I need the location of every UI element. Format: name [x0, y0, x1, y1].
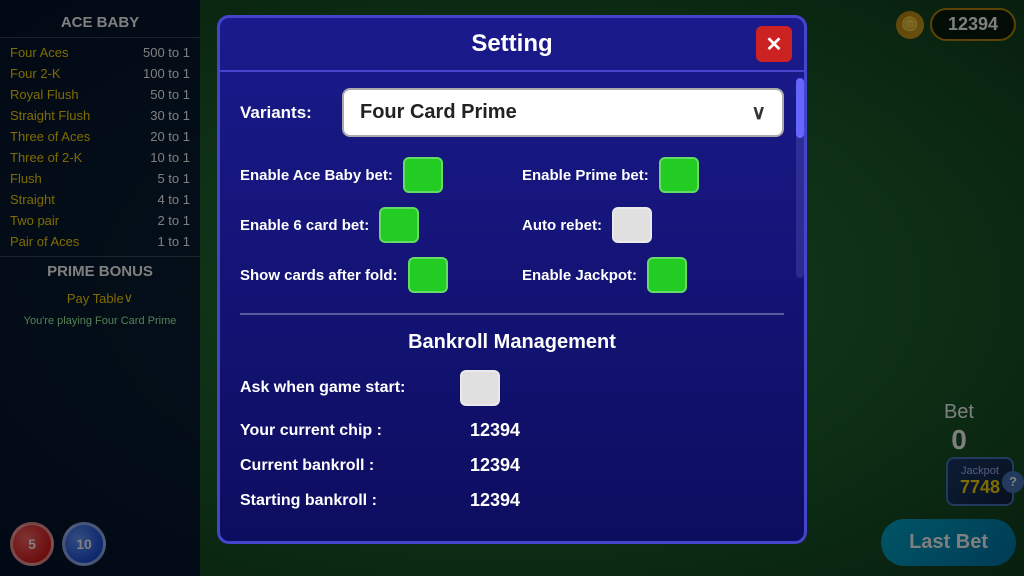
variants-dropdown[interactable]: Four Card Prime ∨	[342, 88, 784, 137]
toggle-jackpot-label: Enable Jackpot:	[522, 267, 637, 284]
toggle-auto-rebet: Auto rebet:	[522, 207, 784, 243]
starting-bankroll-value: 12394	[470, 490, 520, 511]
toggle-prime-bet: Enable Prime bet:	[522, 157, 784, 193]
toggle-auto-rebet-label: Auto rebet:	[522, 217, 602, 234]
jackpot-toggle[interactable]	[647, 257, 687, 293]
starting-bankroll-label: Starting bankroll :	[240, 492, 460, 510]
modal-close-button[interactable]: ✕	[756, 26, 792, 62]
toggle-jackpot: Enable Jackpot:	[522, 257, 784, 293]
variants-row: Variants: Four Card Prime ∨	[240, 88, 784, 137]
ask-when-start-row: Ask when game start:	[240, 370, 784, 406]
scrollbar-thumb[interactable]	[796, 78, 804, 138]
toggle-show-cards: Show cards after fold:	[240, 257, 502, 293]
toggle-six-card-bet: Enable 6 card bet:	[240, 207, 502, 243]
auto-rebet-toggle[interactable]	[612, 207, 652, 243]
variants-selected-value: Four Card Prime	[360, 101, 517, 124]
ask-when-start-label: Ask when game start:	[240, 379, 460, 397]
ask-when-start-toggle[interactable]	[460, 370, 500, 406]
toggle-show-cards-label: Show cards after fold:	[240, 267, 398, 284]
toggle-ace-baby-bet-label: Enable Ace Baby bet:	[240, 167, 393, 184]
toggle-grid: Enable Ace Baby bet: Enable Prime bet: E…	[240, 157, 784, 293]
bankroll-title: Bankroll Management	[240, 331, 784, 354]
modal-title: Setting	[471, 30, 552, 57]
toggle-six-card-bet-label: Enable 6 card bet:	[240, 217, 369, 234]
current-bankroll-value: 12394	[470, 455, 520, 476]
prime-bet-toggle[interactable]	[659, 157, 699, 193]
current-chip-value: 12394	[470, 420, 520, 441]
current-chip-row: Your current chip : 12394	[240, 420, 784, 441]
variants-label: Variants:	[240, 103, 330, 123]
ace-baby-bet-toggle[interactable]	[403, 157, 443, 193]
divider	[240, 313, 784, 315]
settings-modal: Setting ✕ Variants: Four Card Prime ∨ En…	[217, 15, 807, 544]
starting-bankroll-row: Starting bankroll : 12394	[240, 490, 784, 511]
current-bankroll-row: Current bankroll : 12394	[240, 455, 784, 476]
modal-overlay: Setting ✕ Variants: Four Card Prime ∨ En…	[0, 0, 1024, 576]
current-chip-label: Your current chip :	[240, 422, 460, 440]
toggle-ace-baby-bet: Enable Ace Baby bet:	[240, 157, 502, 193]
toggle-prime-bet-label: Enable Prime bet:	[522, 167, 649, 184]
scrollbar[interactable]	[796, 78, 804, 278]
show-cards-toggle[interactable]	[408, 257, 448, 293]
modal-header: Setting ✕	[220, 18, 804, 72]
six-card-bet-toggle[interactable]	[379, 207, 419, 243]
current-bankroll-label: Current bankroll :	[240, 457, 460, 475]
modal-body: Variants: Four Card Prime ∨ Enable Ace B…	[220, 72, 804, 541]
chevron-down-icon: ∨	[751, 100, 766, 125]
